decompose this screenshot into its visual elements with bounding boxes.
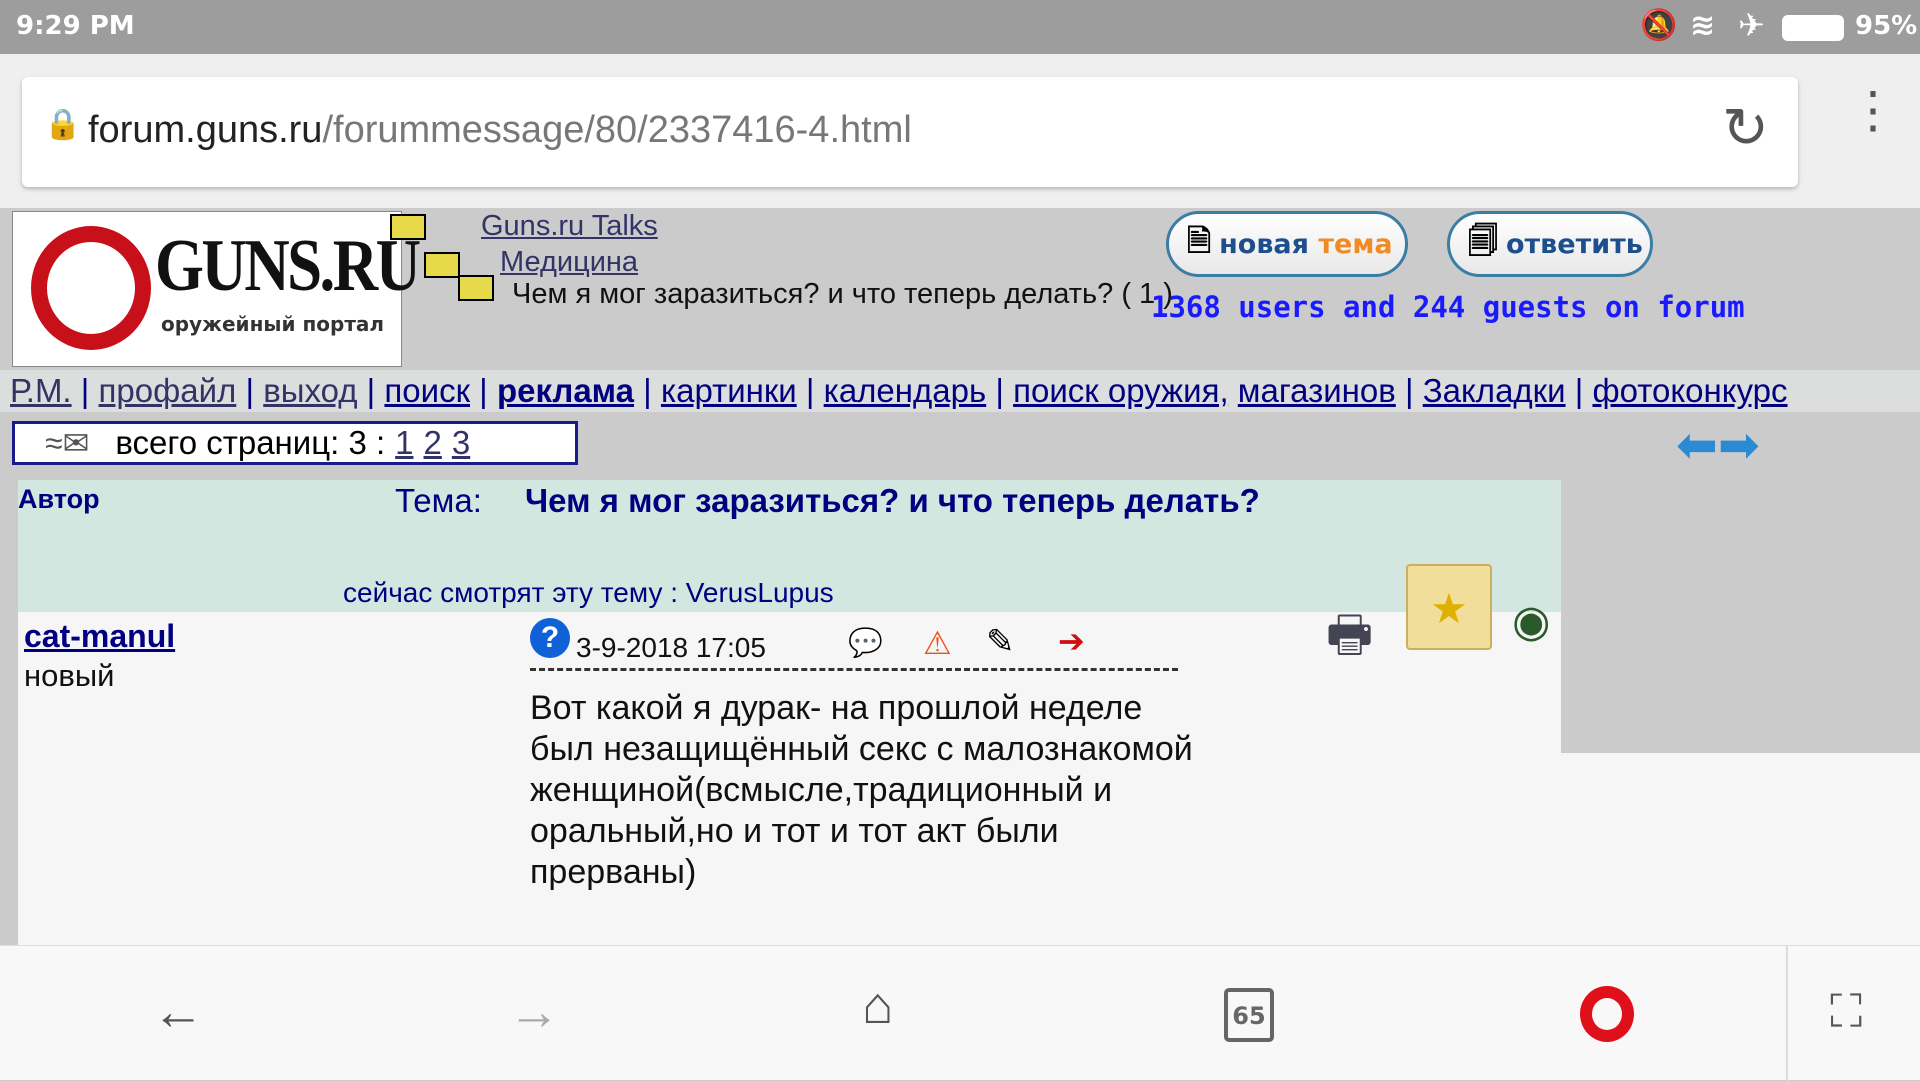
folder-icon [424, 252, 460, 278]
quote-icon[interactable]: 💬 [848, 626, 883, 659]
gray-filler [1561, 480, 1920, 753]
nav-bookmarks[interactable]: Закладки [1423, 372, 1566, 409]
menu-icon[interactable]: ⋮ [1848, 85, 1898, 135]
back-icon[interactable]: ← [152, 982, 204, 1042]
breadcrumb-topic: Чем я мог заразиться? и что теперь делат… [512, 278, 1173, 310]
status-bar: 9:29 PM 🔕 ≋ ✈ 95% [0, 0, 1920, 54]
post-author[interactable]: cat-manul [24, 618, 175, 655]
url-text[interactable]: forum.guns.ru/forummessage/80/2337416-4.… [88, 109, 912, 152]
topic-header: Автор Тема: Чем я мог заразиться? и что … [18, 480, 1561, 612]
tabs-button[interactable]: 65 [1224, 988, 1274, 1042]
logo-emblem [31, 226, 151, 350]
folder-open-icon [458, 275, 494, 301]
reply-button[interactable]: 🗐 ответить [1447, 211, 1653, 277]
opera-menu-icon[interactable] [1580, 986, 1634, 1042]
nav-pm[interactable]: Р.М. [10, 372, 72, 409]
page-link[interactable]: 2 [424, 424, 442, 462]
document-icon: 🗐 [1468, 223, 1498, 259]
mute-icon: 🔕 [1640, 8, 1678, 43]
nav-photocontest[interactable]: фотоконкурс [1592, 372, 1787, 409]
topic-label: Тема: [395, 482, 482, 519]
new-topic-label: новая [1219, 228, 1319, 260]
airplane-icon: ✈ [1738, 6, 1765, 44]
page-link[interactable]: 1 [395, 424, 413, 462]
nav-calendar[interactable]: календарь [824, 372, 987, 409]
prev-next-arrows-icon[interactable]: ⬅➡ [1676, 416, 1760, 474]
pages-label: всего страниц: 3 : [115, 424, 386, 461]
divider [1786, 946, 1788, 1081]
breadcrumb-root[interactable]: Guns.ru Talks [481, 210, 658, 243]
clock: 9:29 PM [16, 11, 135, 41]
move-icon[interactable]: ➔ [1058, 622, 1085, 660]
main-nav: Р.М. | профайл | выход | поиск | реклама… [0, 370, 1920, 412]
battery-icon [1782, 15, 1844, 41]
divider [530, 668, 1178, 671]
users-online: 1368 users and 244 guests on forum [1151, 290, 1745, 324]
nav-pictures[interactable]: картинки [661, 372, 797, 409]
author-column-label: Автор [18, 484, 100, 514]
nav-logout[interactable]: выход [263, 372, 357, 409]
page-link[interactable]: 3 [452, 424, 470, 462]
warning-icon[interactable]: ⚠ [923, 624, 952, 662]
bookmark-folder-icon[interactable]: ★ [1406, 564, 1492, 650]
reply-label: ответить [1505, 228, 1643, 260]
nav-profile[interactable]: профайл [99, 372, 237, 409]
forward-icon[interactable]: → [508, 982, 560, 1042]
watch-eye-icon[interactable]: ◉ [1512, 596, 1550, 647]
wifi-icon: ≋ [1690, 8, 1716, 43]
pagination: ≈✉ всего страниц: 3 : 1 2 3 [12, 421, 578, 465]
nav-ads[interactable]: реклама [497, 372, 634, 409]
nav-gun-search[interactable]: поиск оружия, [1013, 372, 1229, 409]
fullscreen-icon[interactable]: ⛶ [1830, 984, 1862, 1040]
url-path: /forummessage/80/2337416-4.html [322, 109, 912, 151]
author-rank: новый [24, 658, 115, 693]
post: cat-manul новый ? 3-9-2018 17:05 💬 ⚠ ✎ ➔… [18, 564, 1561, 945]
edit-icon[interactable]: ✎ [986, 622, 1015, 662]
topic-title: Чем я мог заразиться? и что теперь делат… [525, 482, 1260, 519]
browser-toolbar: 🔒 forum.guns.ru/forummessage/80/2337416-… [0, 54, 1920, 208]
site-logo[interactable]: GUNS.RU оружейный портал [12, 211, 421, 367]
new-topic-label-accent: тема [1318, 228, 1393, 260]
document-icon: 🗎 [1187, 223, 1212, 259]
home-icon[interactable]: ⌂ [862, 976, 893, 1036]
browser-bottom-bar: ← → ⌂ 65 ⛶ [0, 945, 1920, 1081]
reload-icon[interactable]: ↻ [1722, 95, 1769, 161]
logo-text: GUNS.RU [155, 225, 421, 307]
nav-shops[interactable]: магазинов [1238, 372, 1396, 409]
subscribe-mail-icon[interactable]: ≈✉ [45, 424, 89, 462]
battery-level: 95% [1855, 11, 1918, 41]
print-icon[interactable]: 🖶 [1326, 598, 1373, 683]
folder-icon [390, 214, 426, 240]
viewing-now: сейчас смотрят эту тему : VerusLupus [343, 577, 834, 608]
address-bar[interactable]: 🔒 forum.guns.ru/forummessage/80/2337416-… [22, 77, 1798, 187]
post-date: 3-9-2018 17:05 [576, 632, 766, 663]
post-body: Вот какой я дурак- на прошлой неделе был… [530, 689, 1193, 891]
logo-tagline: оружейный портал [161, 312, 385, 336]
new-topic-button[interactable]: 🗎 новая тема [1166, 211, 1408, 277]
question-icon: ? [530, 618, 570, 658]
url-domain: forum.guns.ru [88, 109, 323, 151]
nav-search[interactable]: поиск [384, 372, 470, 409]
lock-icon: 🔒 [44, 108, 82, 141]
breadcrumb-section[interactable]: Медицина [500, 246, 638, 279]
filler [1561, 753, 1920, 945]
